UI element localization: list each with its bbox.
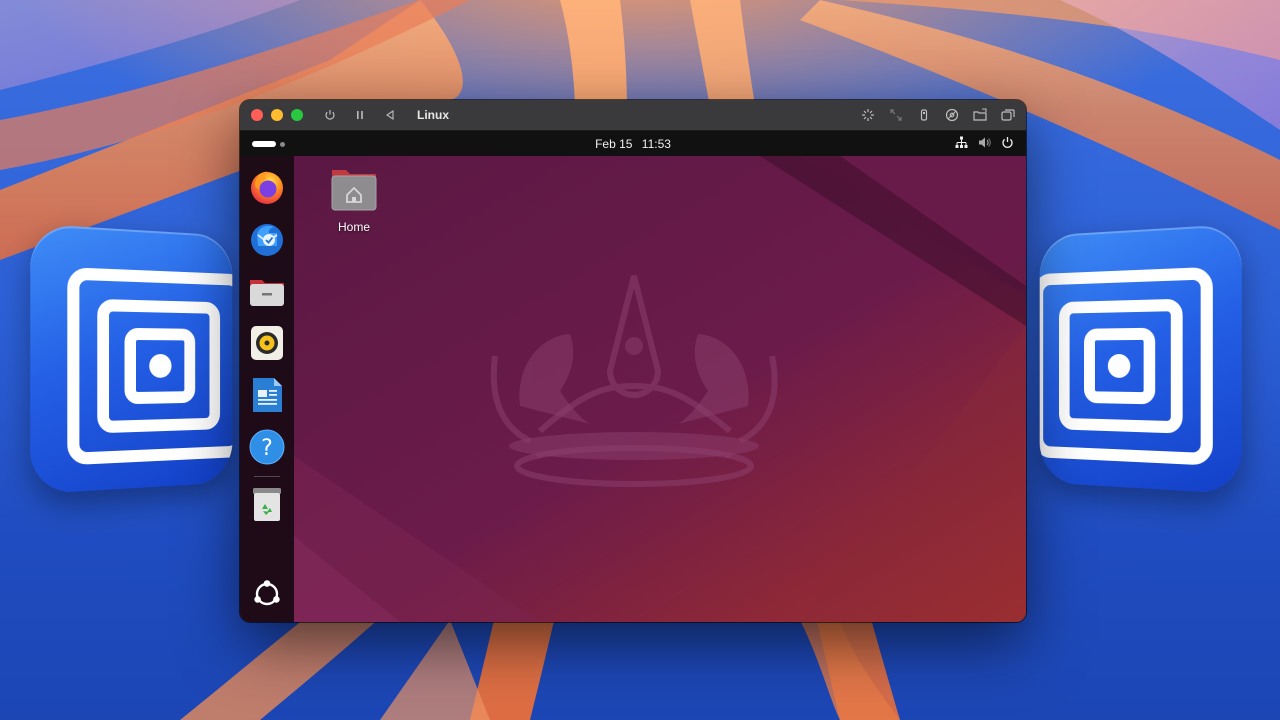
drives-icon[interactable] bbox=[945, 108, 959, 122]
shared-folder-icon[interactable] bbox=[973, 108, 987, 122]
volume-icon bbox=[978, 136, 991, 154]
power-icon bbox=[1001, 136, 1014, 154]
workspace-dot bbox=[280, 142, 285, 147]
ubuntu-desktop[interactable]: ? Home bbox=[240, 156, 1026, 622]
resize-icon[interactable] bbox=[889, 108, 903, 122]
back-icon[interactable] bbox=[383, 108, 397, 122]
vm-window: Linux Feb 15 11:53 ? Home bbox=[240, 100, 1026, 622]
rhythmbox-icon[interactable] bbox=[247, 323, 287, 363]
capture-input-icon[interactable] bbox=[861, 108, 875, 122]
zoom-button[interactable] bbox=[291, 109, 303, 121]
vm-title: Linux bbox=[417, 108, 449, 122]
network-icon bbox=[955, 136, 968, 154]
dock-separator bbox=[254, 476, 280, 477]
ubuntu-dock: ? bbox=[240, 156, 294, 622]
files-icon[interactable] bbox=[247, 271, 287, 311]
date-label: Feb 15 bbox=[595, 137, 632, 151]
date-time[interactable]: Feb 15 11:53 bbox=[595, 137, 671, 151]
system-tray[interactable] bbox=[955, 136, 1014, 154]
pause-icon[interactable] bbox=[353, 108, 367, 122]
close-button[interactable] bbox=[251, 109, 263, 121]
svg-text:?: ? bbox=[261, 436, 273, 461]
firefox-icon[interactable] bbox=[247, 167, 287, 207]
thunderbird-icon[interactable] bbox=[247, 219, 287, 259]
workspace-active-pill bbox=[252, 141, 276, 147]
windows-icon[interactable] bbox=[1001, 108, 1015, 122]
minimize-button[interactable] bbox=[271, 109, 283, 121]
utm-app-icon[interactable] bbox=[1040, 224, 1242, 495]
activities-indicator[interactable] bbox=[252, 141, 285, 147]
libreoffice-writer-icon[interactable] bbox=[247, 375, 287, 415]
utm-app-icon[interactable] bbox=[30, 224, 232, 495]
ubuntu-show-apps-icon[interactable] bbox=[247, 574, 287, 614]
help-icon[interactable]: ? bbox=[247, 427, 287, 467]
usb-icon[interactable] bbox=[917, 108, 931, 122]
desktop-icon-home[interactable]: Home bbox=[328, 168, 380, 234]
window-controls bbox=[251, 109, 303, 121]
gnome-top-bar: Feb 15 11:53 bbox=[240, 131, 1026, 156]
home-folder-icon bbox=[330, 168, 378, 212]
time-label: 11:53 bbox=[642, 137, 671, 151]
desktop-icon-label: Home bbox=[338, 220, 370, 234]
trash-icon[interactable] bbox=[247, 484, 287, 524]
vm-titlebar: Linux bbox=[240, 100, 1026, 131]
power-icon[interactable] bbox=[323, 108, 337, 122]
